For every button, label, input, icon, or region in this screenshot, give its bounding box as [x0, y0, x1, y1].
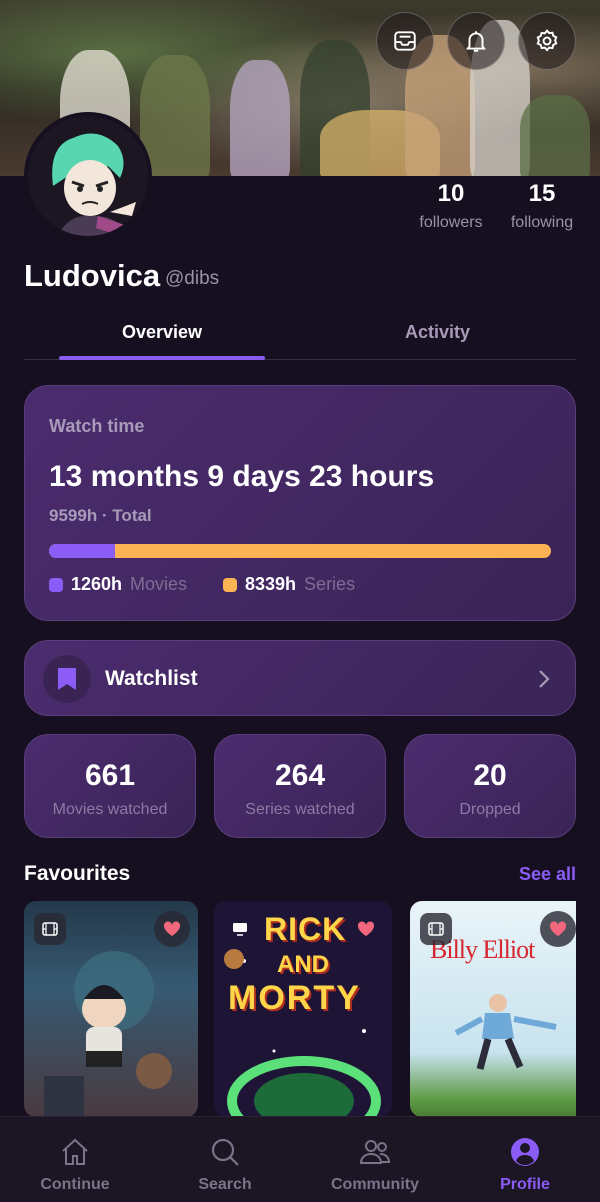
nav-label: Community: [331, 1176, 419, 1193]
heart-icon: [163, 921, 181, 936]
favourite-type-badge: [34, 913, 66, 945]
tab-activity[interactable]: Activity: [405, 322, 470, 343]
followers-count: 10: [437, 180, 465, 207]
avatar[interactable]: [24, 112, 152, 240]
stat-series-watched[interactable]: 264 Series watched: [214, 734, 386, 838]
following-stat[interactable]: 15 following: [502, 180, 582, 232]
favourite-poster-1[interactable]: [24, 901, 198, 1117]
followers-label: followers: [419, 214, 483, 231]
tv-icon: [233, 923, 247, 936]
nav-label: Continue: [40, 1176, 110, 1193]
favourites-title: Favourites: [24, 862, 131, 885]
nav-profile[interactable]: Profile: [450, 1117, 600, 1202]
nav-continue[interactable]: Continue: [0, 1117, 150, 1202]
notifications-button[interactable]: [447, 12, 505, 70]
profile-name: Ludovica: [24, 258, 161, 293]
home-icon: [62, 1138, 88, 1165]
favourite-poster-2[interactable]: RICK AND MORTY: [214, 901, 392, 1117]
stat-label: Dropped: [459, 801, 521, 818]
film-icon: [428, 922, 444, 936]
stat-dropped[interactable]: 20 Dropped: [404, 734, 576, 838]
watch-time-card: Watch time 13 months 9 days 23 hours 959…: [24, 385, 576, 621]
movies-label: Movies: [130, 574, 188, 594]
followers-stat[interactable]: 10 followers: [408, 180, 494, 232]
series-dot: [223, 577, 237, 592]
poster-logo-line2: AND: [277, 951, 329, 978]
stat-value: 264: [274, 759, 326, 792]
profile-tabs: Overview Activity: [24, 310, 576, 360]
favourite-type-badge: [224, 913, 256, 945]
bottom-navigation: Continue Search Community Profile: [0, 1116, 600, 1202]
watchlist-label: Watchlist: [105, 667, 198, 690]
nav-search[interactable]: Search: [150, 1117, 300, 1202]
tab-overview[interactable]: Overview: [122, 322, 202, 343]
poster-logo-line3: MORTY: [228, 979, 361, 1017]
movies-dot: [49, 577, 63, 592]
series-hours: 8339h: [245, 574, 297, 594]
inbox-button[interactable]: [376, 12, 434, 70]
people-icon: [359, 1140, 391, 1164]
favourite-heart-button[interactable]: [348, 911, 384, 947]
chevron-right-icon: [539, 670, 550, 688]
favourite-type-badge: [420, 913, 452, 945]
watchlist-icon-wrap: [43, 655, 91, 703]
favourite-heart-button[interactable]: [154, 911, 190, 947]
favourite-heart-button[interactable]: [540, 911, 576, 947]
watchlist-row[interactable]: Watchlist: [24, 640, 576, 716]
watch-time-total: 9599h · Total: [49, 506, 152, 525]
heart-icon: [357, 921, 375, 936]
series-label: Series: [304, 574, 356, 594]
favourite-poster-3[interactable]: Billy Elliot: [410, 901, 576, 1117]
watch-time-movies-fill: [49, 544, 115, 558]
following-label: following: [510, 214, 574, 231]
search-icon: [211, 1138, 239, 1166]
bookmark-icon: [58, 668, 76, 690]
legend-movies: 1260h Movies: [49, 574, 187, 595]
legend-series: 8339h Series: [223, 574, 355, 595]
profile-handle: @dibs: [165, 268, 220, 289]
settings-button[interactable]: [518, 12, 576, 70]
gear-icon: [536, 29, 558, 52]
nav-label: Search: [198, 1176, 252, 1193]
inbox-icon: [394, 31, 416, 51]
following-count: 15: [528, 180, 556, 207]
profile-icon: [511, 1138, 539, 1166]
see-all-link[interactable]: See all: [519, 864, 576, 885]
stat-label: Movies watched: [52, 801, 168, 818]
stat-label: Series watched: [245, 801, 355, 818]
movies-hours: 1260h: [71, 574, 123, 594]
watch-time-bar: [49, 544, 551, 558]
watch-time-duration: 13 months 9 days 23 hours: [49, 460, 435, 493]
nav-community[interactable]: Community: [300, 1117, 450, 1202]
heart-icon: [549, 921, 567, 936]
poster-logo-line1: RICK: [264, 911, 347, 947]
tab-indicator: [59, 356, 265, 360]
stat-movies-watched[interactable]: 661 Movies watched: [24, 734, 196, 838]
stat-value: 20: [473, 759, 507, 792]
watch-time-title: Watch time: [49, 416, 145, 436]
nav-label: Profile: [500, 1176, 550, 1193]
film-icon: [42, 922, 58, 936]
stat-value: 661: [84, 759, 136, 792]
bell-icon: [465, 31, 487, 52]
